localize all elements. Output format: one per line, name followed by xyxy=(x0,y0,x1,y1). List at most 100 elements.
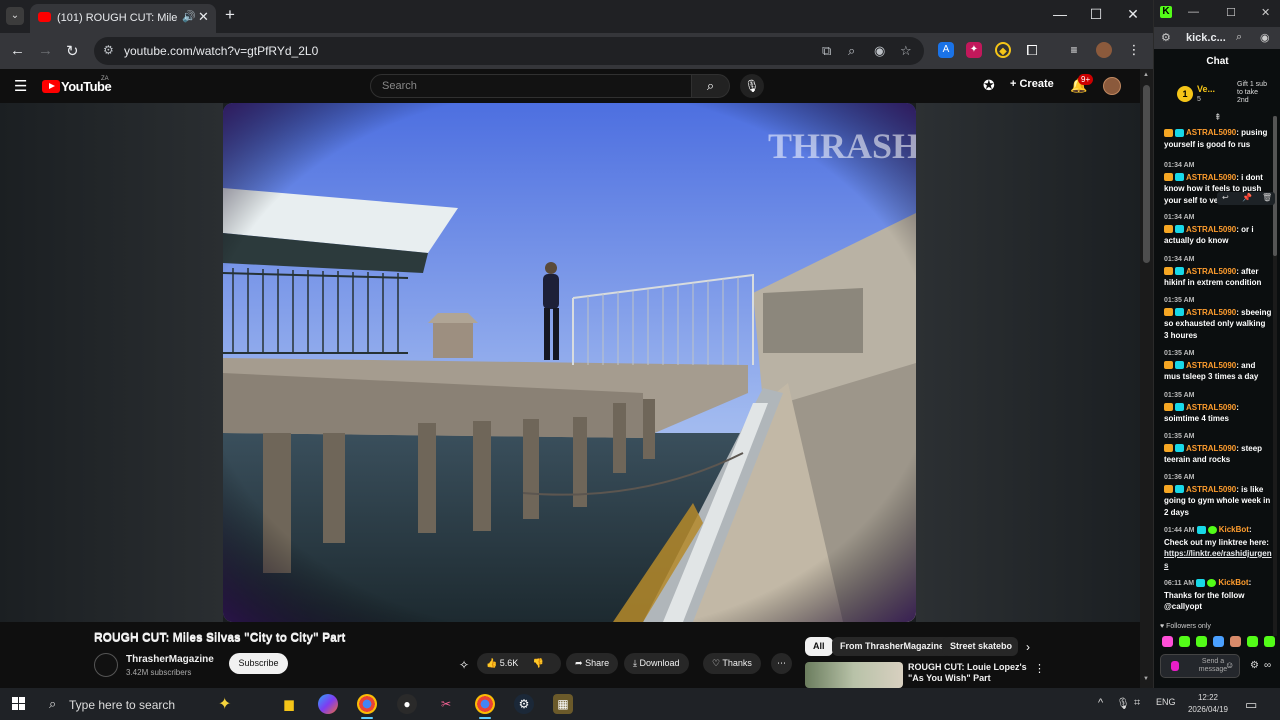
chat-username[interactable]: ASTRAL5090 xyxy=(1186,173,1236,182)
chat-settings-icon[interactable]: ⚙ xyxy=(1250,660,1259,671)
voice-search-button[interactable]: 🎙 xyxy=(740,74,764,98)
reload-icon[interactable]: ↻ xyxy=(66,42,79,60)
zoom-icon[interactable]: ⌕ xyxy=(848,43,855,59)
windows-taskbar: ⌕ Type here to search ✦ ▆ ● ✂ ⚙ ▦ ^ 🎙 ⌗ … xyxy=(0,688,1280,720)
speaker-icon[interactable]: 🔊 xyxy=(182,10,196,23)
emote-icon[interactable] xyxy=(1264,636,1275,647)
create-button[interactable]: + Create xyxy=(1010,78,1054,90)
profile-avatar-icon[interactable] xyxy=(1096,42,1112,58)
extension-icon[interactable]: ✦ xyxy=(966,42,982,58)
emote-icon[interactable] xyxy=(1230,636,1241,647)
steam-icon[interactable]: ⚙ xyxy=(514,694,534,714)
chat-username[interactable]: KickBot xyxy=(1218,578,1248,587)
kick-close-button[interactable]: ✕ xyxy=(1261,6,1270,19)
guide-menu-icon[interactable]: ☰ xyxy=(14,77,27,95)
taskbar-search-box[interactable]: ⌕ Type here to search ✦ xyxy=(38,691,261,717)
search-input[interactable]: Search xyxy=(370,74,692,98)
media-controls-icon[interactable]: ≡ xyxy=(1066,42,1082,58)
game-app-icon[interactable]: ▦ xyxy=(553,694,573,714)
site-info-icon[interactable]: ⚙ xyxy=(103,43,114,57)
message-actions: ↩ 📌 🗑 xyxy=(1217,192,1275,205)
pinned-arrow-icon[interactable]: ⇞ xyxy=(1214,112,1222,123)
chrome-icon[interactable] xyxy=(357,694,377,719)
address-bar[interactable]: ⚙ youtube.com/watch?v=gtPfRYd_2L0 ⧉ ⌕ ◉ … xyxy=(94,37,924,65)
premium-shield-icon[interactable]: ✪ xyxy=(983,77,995,94)
obs-icon[interactable]: ● xyxy=(397,694,417,714)
taskbar-clock[interactable]: 12:22 2026/04/19 xyxy=(1186,692,1230,716)
chat-link[interactable]: https://linktr.ee/rashidjurgens xyxy=(1164,549,1272,570)
search-highlight-icon[interactable]: ✦ xyxy=(218,694,231,714)
eye-off-icon[interactable]: ◉ xyxy=(874,43,885,59)
chat-send-icon[interactable]: ∞ xyxy=(1264,660,1271,671)
chat-username[interactable]: ASTRAL5090 xyxy=(1186,267,1236,276)
kick-address-bar[interactable]: ⚙ kick.c... ⌕ ◉ xyxy=(1154,27,1280,49)
chat-username[interactable]: ASTRAL5090 xyxy=(1186,403,1236,412)
delete-icon[interactable]: 🗑 xyxy=(1262,193,1272,202)
chat-message-input[interactable]: Send a message ☺ xyxy=(1160,654,1240,678)
chat-username[interactable]: ASTRAL5090 xyxy=(1186,308,1236,317)
kick-site-info-icon[interactable]: ⚙ xyxy=(1161,31,1171,44)
video-frame[interactable]: THRASHER xyxy=(223,103,916,622)
search-button[interactable]: ⌕ xyxy=(692,74,730,98)
kick-zoom-icon[interactable]: ⌕ xyxy=(1236,31,1242,44)
emote-picker-icon[interactable] xyxy=(1171,661,1179,671)
back-icon[interactable]: ← xyxy=(10,42,25,59)
account-avatar[interactable] xyxy=(1103,77,1121,95)
maximize-button[interactable]: ☐ xyxy=(1086,6,1106,23)
new-tab-button[interactable]: + xyxy=(225,5,235,25)
tab-close-icon[interactable]: ✕ xyxy=(198,9,209,25)
chat-username[interactable]: ASTRAL5090 xyxy=(1186,361,1236,370)
close-window-button[interactable]: ✕ xyxy=(1123,6,1143,23)
chat-username[interactable]: ASTRAL5090 xyxy=(1186,128,1236,137)
kick-maximize-button[interactable]: ☐ xyxy=(1226,6,1236,19)
emote-icon[interactable] xyxy=(1247,636,1258,647)
chat-username[interactable]: ASTRAL5090 xyxy=(1186,485,1236,494)
tray-overflow-icon[interactable]: ^ xyxy=(1098,697,1103,709)
gift-sub-prompt[interactable]: Gift 1 sub to take 2nd xyxy=(1237,81,1271,105)
file-explorer-icon[interactable]: ▆ xyxy=(279,694,299,714)
bookmark-star-icon[interactable]: ☆ xyxy=(900,43,912,59)
chat-username[interactable]: ASTRAL5090 xyxy=(1186,225,1236,234)
kick-eye-off-icon[interactable]: ◉ xyxy=(1260,31,1270,44)
chat-username[interactable]: KickBot xyxy=(1219,525,1249,534)
kick-titlebar: K — ☐ ✕ xyxy=(1154,0,1280,27)
reply-icon[interactable]: ↩ xyxy=(1222,193,1229,202)
emote-icon[interactable] xyxy=(1213,636,1224,647)
video-player[interactable]: THRASHER xyxy=(0,103,1140,622)
translate-extension-icon[interactable]: A xyxy=(938,42,954,58)
emote-icon[interactable] xyxy=(1179,636,1190,647)
network-icon[interactable]: ⌗ xyxy=(1134,697,1140,710)
forward-icon[interactable]: → xyxy=(38,42,53,59)
minimize-button[interactable]: — xyxy=(1050,6,1070,22)
chat-text: soimtime 4 times xyxy=(1164,414,1229,423)
language-indicator[interactable]: ENG xyxy=(1156,697,1176,707)
kick-minimize-button[interactable]: — xyxy=(1188,6,1199,18)
emote-icon[interactable] xyxy=(1196,636,1207,647)
chrome-second-icon[interactable] xyxy=(475,694,495,719)
extension-circle-icon[interactable]: ◆ xyxy=(995,42,1011,58)
tab-search-button[interactable]: ⌄ xyxy=(6,7,24,25)
notification-center-icon[interactable]: ▭ xyxy=(1245,697,1257,713)
microphone-tray-icon[interactable]: 🎙 xyxy=(1116,697,1130,710)
copilot-icon[interactable] xyxy=(318,694,338,714)
extensions-puzzle-icon[interactable]: ⧠ xyxy=(1024,42,1040,58)
cast-icon[interactable]: ⧉ xyxy=(822,43,831,59)
page-scrollbar[interactable]: ▲ ▼ xyxy=(1140,69,1153,688)
active-tab[interactable]: (101) ROUGH CUT: Miles Silvas "City to C… xyxy=(30,4,216,33)
emote-icon[interactable] xyxy=(1162,636,1173,647)
chat-username[interactable]: ASTRAL5090 xyxy=(1186,444,1236,453)
youtube-logo-icon[interactable] xyxy=(42,80,60,93)
chrome-menu-icon[interactable]: ⋮ xyxy=(1126,42,1142,58)
snipping-tool-icon[interactable]: ✂ xyxy=(436,694,456,714)
scroll-down-icon[interactable]: ▼ xyxy=(1143,676,1149,682)
pin-icon[interactable]: 📌 xyxy=(1242,193,1252,202)
chat-scrollbar-thumb[interactable] xyxy=(1273,116,1277,256)
gift-leader-user[interactable]: Ve... xyxy=(1197,84,1215,94)
windows-start-icon[interactable] xyxy=(12,697,25,710)
youtube-favicon-icon xyxy=(38,12,51,22)
scroll-up-icon[interactable]: ▲ xyxy=(1143,72,1149,78)
chat-text: Thanks for the follow @callyopt xyxy=(1164,590,1245,612)
emoji-icon[interactable]: ☺ xyxy=(1225,660,1234,670)
chat-time: 01:34 AM xyxy=(1164,214,1195,221)
scrollbar-thumb[interactable] xyxy=(1143,85,1150,263)
